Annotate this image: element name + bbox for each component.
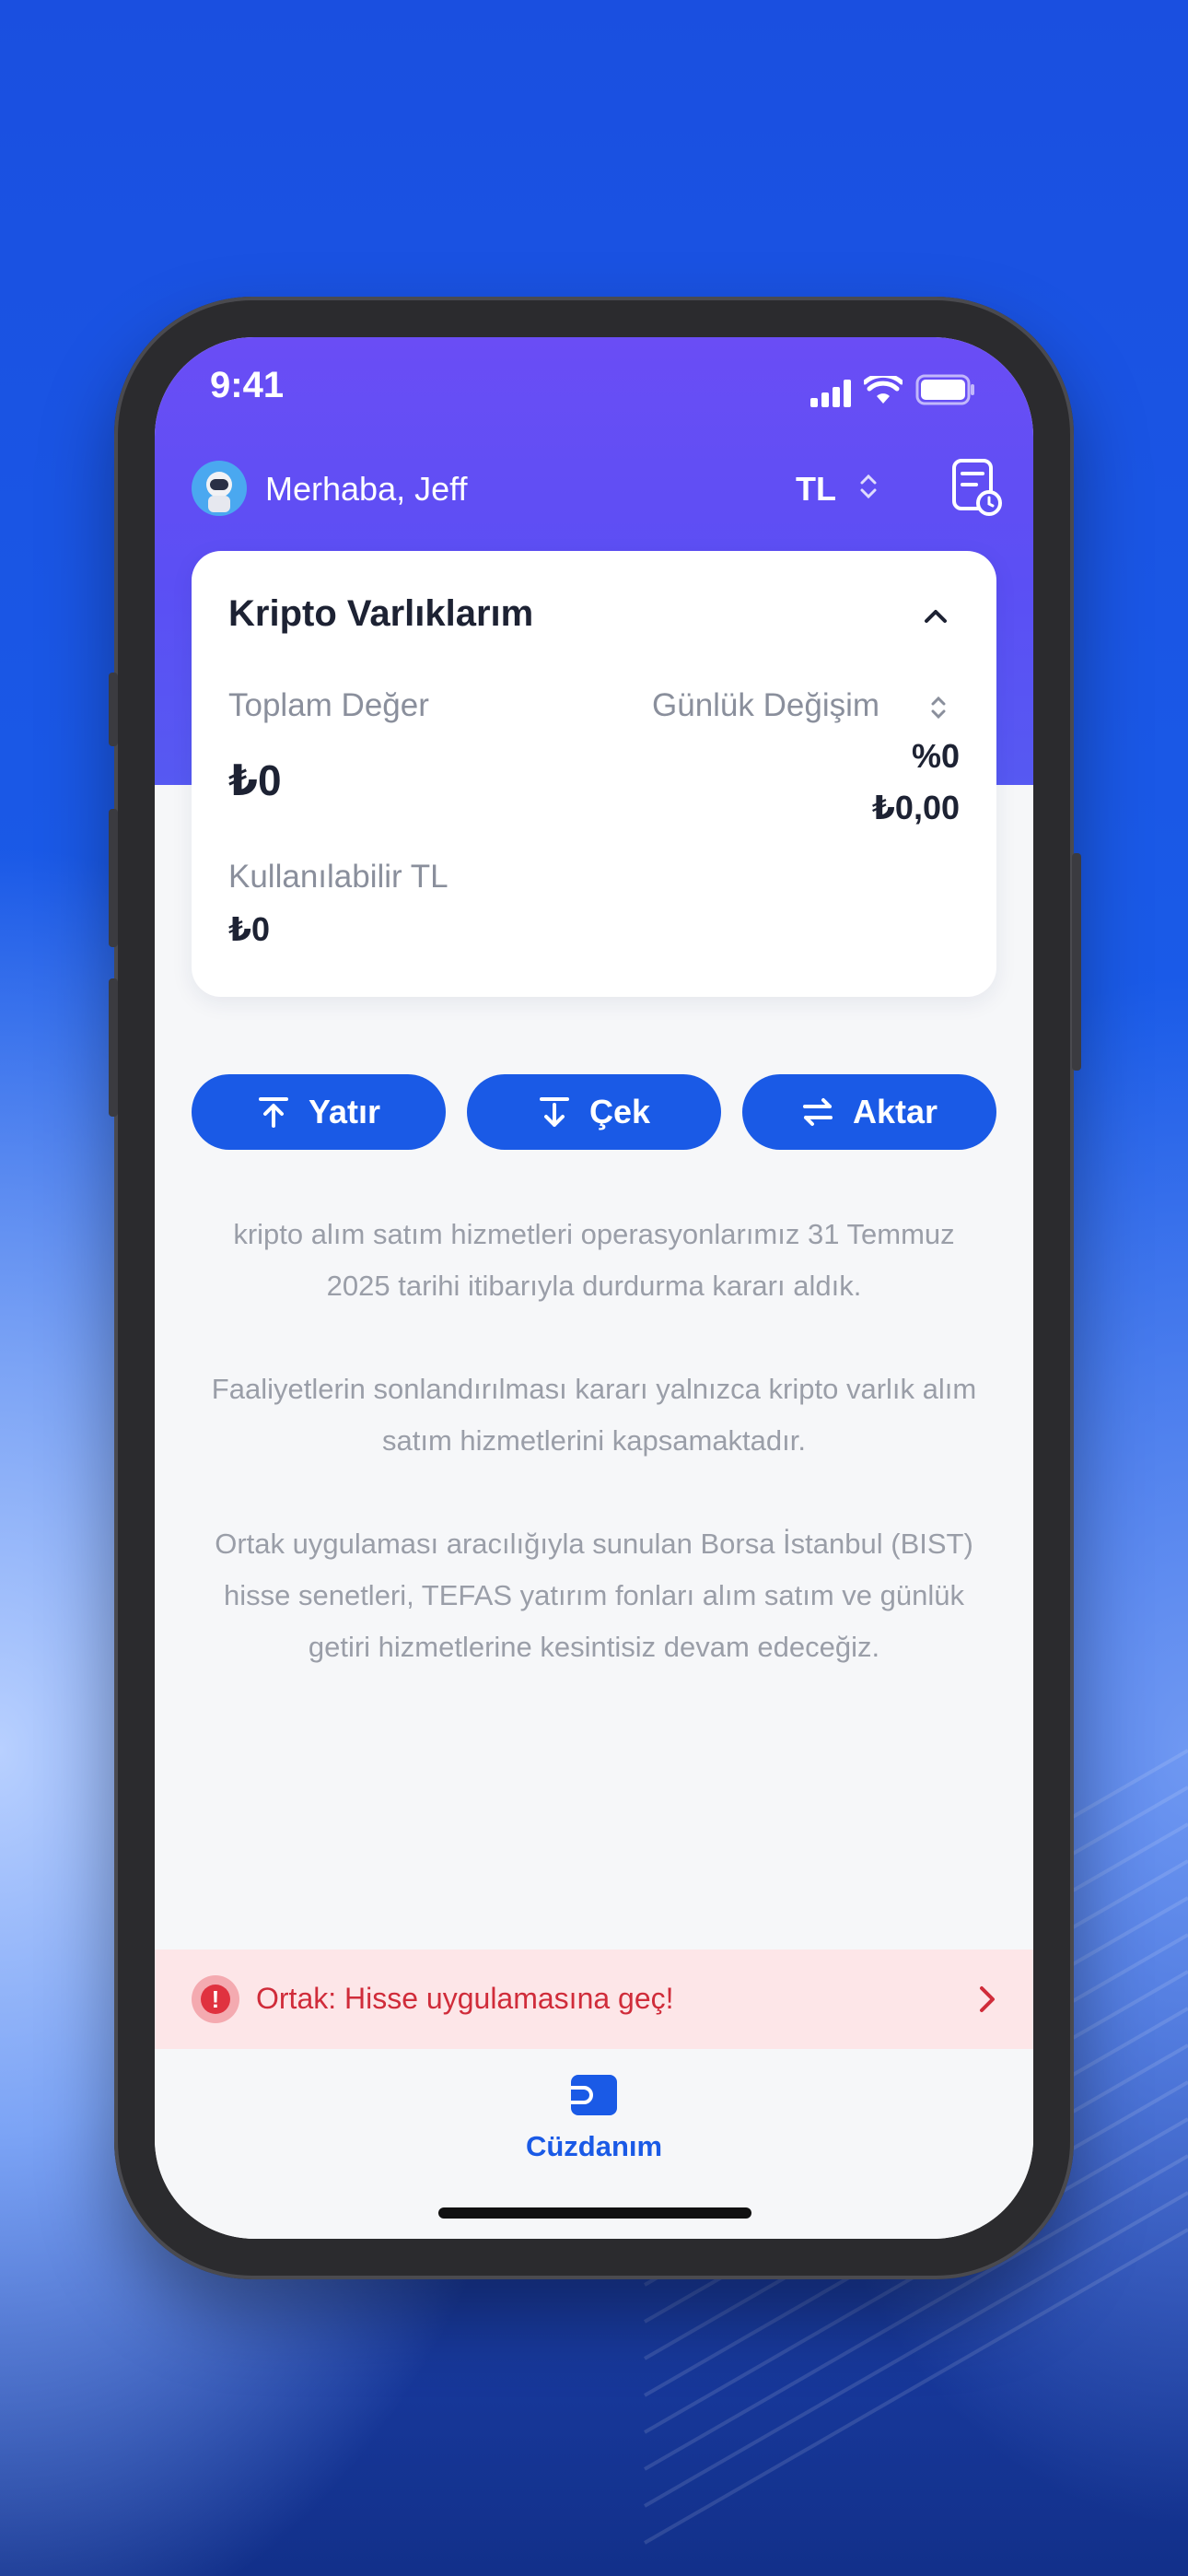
currency-selector[interactable]: TL — [796, 470, 836, 509]
action-buttons: Yatır Çek Aktar — [192, 1074, 996, 1150]
switch-app-banner[interactable]: ! Ortak: Hisse uygulamasına geç! — [155, 1950, 1033, 2049]
notice-paragraph-3: Ortak uygulaması aracılığıyla sunulan Bo… — [192, 1518, 996, 1673]
chevron-up-icon[interactable] — [917, 597, 954, 634]
alert-exclamation-icon: ! — [192, 1975, 239, 2023]
daily-change-amount: ₺0,00 — [871, 789, 960, 826]
notice-paragraph-2: Faaliyetlerin sonlandırılması kararı yal… — [192, 1364, 996, 1467]
total-value: ₺0 — [228, 756, 282, 804]
tab-wallet-label: Cüzdanım — [525, 2130, 663, 2162]
withdraw-arrow-down-icon — [539, 1097, 569, 1127]
available-tl-label: Kullanılabilir TL — [228, 859, 448, 895]
daily-change-percent: %0 — [911, 737, 960, 775]
status-bar: 9:41 — [155, 337, 1033, 439]
phone-volume-down — [109, 978, 118, 1117]
available-tl-value: ₺0 — [228, 910, 271, 948]
notice-line: hisse senetleri, TEFAS yatırım fonları a… — [223, 1579, 965, 1611]
phone-volume-up — [109, 809, 118, 947]
notice-line: kripto alım satım hizmetleri operasyonla… — [233, 1218, 955, 1250]
deposit-label: Yatır — [308, 1093, 381, 1130]
notice-line: getiri hizmetlerine kesintisiz devam ede… — [308, 1631, 880, 1663]
crypto-assets-card: Kripto Varlıklarım Toplam Değer Günlük D… — [192, 551, 996, 997]
total-value-label: Toplam Değer — [228, 687, 429, 723]
card-title: Kripto Varlıklarım — [228, 593, 534, 634]
withdraw-label: Çek — [588, 1093, 651, 1130]
deposit-button[interactable]: Yatır — [192, 1074, 446, 1150]
withdraw-button[interactable]: Çek — [467, 1074, 721, 1150]
home-indicator — [438, 2207, 751, 2219]
avatar-astronaut-icon[interactable] — [192, 461, 247, 516]
signal-icon — [810, 380, 851, 407]
transfer-button[interactable]: Aktar — [742, 1074, 996, 1150]
daily-change-label[interactable]: Günlük Değişim — [652, 687, 879, 724]
phone-side-button — [109, 673, 118, 746]
notice-line: Ortak uygulaması aracılığıyla sunulan Bo… — [215, 1528, 973, 1560]
notice-line: 2025 tarihi itibarıyla durdurma kararı a… — [326, 1270, 862, 1302]
greeting-text: Merhaba, Jeff — [265, 470, 468, 508]
phone-power-button — [1072, 853, 1081, 1071]
app-screen: 9:41 Merhaba, Jeff TL Kripto Varlıklarım… — [155, 337, 1033, 2239]
history-receipt-icon[interactable] — [949, 457, 1004, 518]
notice-line: Faaliyetlerin sonlandırılması kararı yal… — [211, 1373, 977, 1405]
battery-icon — [915, 374, 974, 405]
top-bar: Merhaba, Jeff TL — [192, 455, 1002, 521]
chevron-right-icon — [980, 1986, 995, 2012]
deposit-arrow-up-icon — [258, 1097, 288, 1128]
notice-line: satım hizmetlerini kapsamaktadır. — [381, 1424, 806, 1457]
banner-text: Ortak: Hisse uygulamasına geç! — [256, 1982, 674, 2015]
status-time: 9:41 — [210, 365, 285, 405]
transfer-arrows-icon — [802, 1098, 833, 1126]
currency-switch-icon[interactable] — [855, 468, 882, 505]
transfer-label: Aktar — [852, 1093, 938, 1130]
daily-change-sort-icon[interactable] — [925, 689, 952, 726]
notice-paragraph-1: kripto alım satım hizmetleri operasyonla… — [192, 1209, 996, 1312]
wifi-icon — [864, 376, 903, 404]
wallet-icon — [571, 2075, 617, 2115]
